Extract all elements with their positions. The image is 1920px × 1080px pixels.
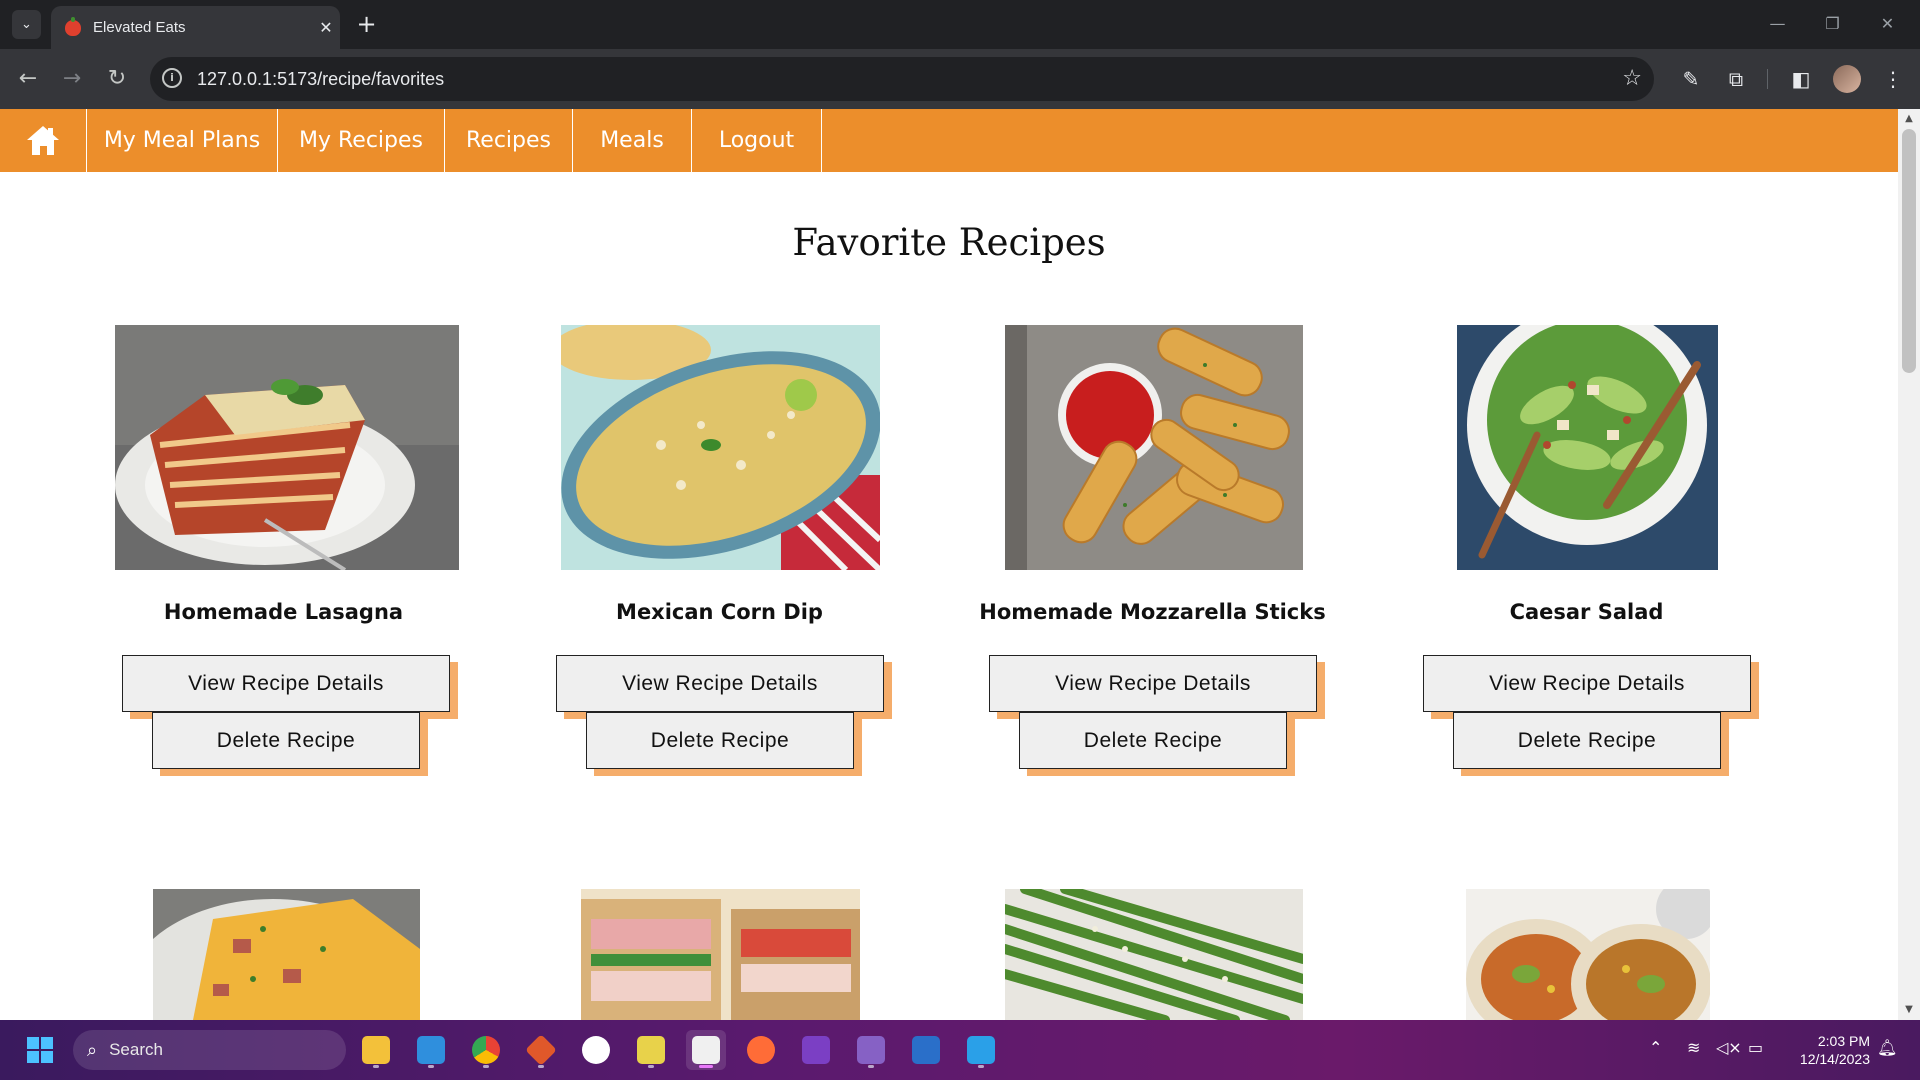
wifi-icon[interactable]: ≋	[1687, 1038, 1700, 1057]
notification-bell-icon[interactable]: 🔔︎	[1877, 1038, 1897, 1057]
snipping-tool-icon[interactable]	[686, 1030, 726, 1070]
search-label: Search	[109, 1040, 163, 1059]
site-info-icon[interactable]: i	[162, 68, 182, 88]
volume-muted-icon[interactable]: ◁×	[1716, 1038, 1742, 1057]
pepper-favicon-icon	[65, 16, 81, 36]
git-app-icon[interactable]	[521, 1030, 561, 1070]
url-text[interactable]: 127.0.0.1:5173/recipe/favorites	[197, 57, 444, 101]
battery-icon[interactable]: ▭	[1748, 1038, 1763, 1057]
azure-icon[interactable]	[961, 1030, 1001, 1070]
recipe-image-omelette	[153, 889, 420, 1020]
editor-app-icon[interactable]	[631, 1030, 671, 1070]
windows-taskbar: ⌕ Search ⌃ ≋ ◁× ▭ 2:03 PM 12/14/2023 🔔︎	[0, 1020, 1920, 1080]
new-tab-button[interactable]: +	[352, 10, 381, 39]
scroll-thumb[interactable]	[1902, 129, 1916, 373]
delete-recipe-button[interactable]: Delete Recipe	[586, 712, 854, 769]
view-recipe-details-button[interactable]: View Recipe Details	[989, 655, 1317, 712]
reload-icon[interactable]: ↻	[101, 63, 133, 95]
toolbar-divider	[1767, 69, 1768, 89]
file-explorer-icon[interactable]	[356, 1030, 396, 1070]
nav-meals[interactable]: Meals	[573, 109, 692, 172]
view-recipe-details-button[interactable]: View Recipe Details	[556, 655, 884, 712]
tab-title: Elevated Eats	[93, 19, 186, 36]
home-icon	[27, 125, 59, 156]
vscode-icon[interactable]	[411, 1030, 451, 1070]
view-recipe-details-button[interactable]: View Recipe Details	[122, 655, 450, 712]
postman-icon[interactable]	[741, 1030, 781, 1070]
recipe-image-burrito-wrap	[1466, 889, 1710, 1020]
back-icon[interactable]: ←	[12, 63, 44, 95]
recipe-image-mozzarella-sticks	[1005, 325, 1303, 570]
taskbar-search[interactable]: ⌕ Search	[73, 1030, 346, 1070]
windows-start-icon[interactable]	[20, 1030, 60, 1070]
search-icon: ⌕	[87, 1039, 98, 1061]
browser-toolbar: ← → ↻ i 127.0.0.1:5173/recipe/favorites …	[0, 49, 1920, 109]
scroll-up-icon[interactable]: ▲	[1898, 111, 1920, 127]
recipe-image-caesar-salad	[1457, 325, 1718, 570]
browser-menu-icon[interactable]: ⋮	[1877, 63, 1909, 95]
delete-recipe-button[interactable]: Delete Recipe	[1453, 712, 1721, 769]
scroll-down-icon[interactable]: ▼	[1898, 1002, 1920, 1018]
recipe-name: Homemade Lasagna	[163, 600, 404, 624]
outlook-icon[interactable]	[906, 1030, 946, 1070]
app-navbar: My Meal Plans My Recipes Recipes Meals L…	[0, 109, 1898, 172]
profile-avatar[interactable]	[1833, 65, 1861, 93]
clock-time: 2:03 PM	[1817, 1033, 1870, 1049]
recipe-name: Homemade Mozzarella Sticks	[979, 600, 1326, 624]
tab-close-icon[interactable]: ✕	[312, 18, 340, 37]
side-panel-icon[interactable]: ◧	[1785, 63, 1817, 95]
recipe-name: Caesar Salad	[1509, 600, 1664, 624]
browser-tab-strip: ⌄ Elevated Eats ✕ + — ❐ ✕	[0, 0, 1920, 49]
recipe-image-asparagus	[1005, 889, 1303, 1020]
delete-recipe-button[interactable]: Delete Recipe	[152, 712, 420, 769]
onenote-icon[interactable]	[796, 1030, 836, 1070]
restore-icon[interactable]: ❐	[1810, 8, 1855, 40]
forward-icon[interactable]: →	[56, 63, 88, 95]
recipe-name: Mexican Corn Dip	[616, 600, 823, 624]
edit-pen-icon[interactable]: ✎	[1675, 63, 1707, 95]
tab-search-button[interactable]: ⌄	[12, 10, 41, 39]
address-bar[interactable]: i 127.0.0.1:5173/recipe/favorites ☆	[150, 57, 1654, 101]
view-recipe-details-button[interactable]: View Recipe Details	[1423, 655, 1751, 712]
page-scrollbar[interactable]: ▲ ▼	[1898, 109, 1920, 1020]
delete-recipe-button[interactable]: Delete Recipe	[1019, 712, 1287, 769]
page-viewport: My Meal Plans My Recipes Recipes Meals L…	[0, 109, 1898, 1020]
bookmark-star-icon[interactable]: ☆	[1622, 57, 1642, 101]
clock-date: 12/14/2023	[1799, 1051, 1870, 1067]
recipe-image-lasagna	[115, 325, 459, 570]
recipe-image-club-sandwich	[581, 889, 860, 1020]
extensions-icon[interactable]: ⧉	[1720, 63, 1752, 95]
nav-my-recipes[interactable]: My Recipes	[278, 109, 445, 172]
chrome-icon[interactable]	[466, 1030, 506, 1070]
slack-icon[interactable]	[576, 1030, 616, 1070]
home-button[interactable]	[0, 109, 87, 172]
page-title: Favorite Recipes	[792, 221, 1106, 264]
browser-tab[interactable]: Elevated Eats ✕	[51, 6, 340, 49]
taskbar-clock[interactable]: 2:03 PM 12/14/2023	[1800, 1032, 1870, 1068]
chevron-up-icon[interactable]: ⌃	[1649, 1038, 1662, 1057]
minimize-icon[interactable]: —	[1755, 8, 1800, 40]
close-window-icon[interactable]: ✕	[1865, 8, 1910, 40]
visual-studio-icon[interactable]	[851, 1030, 891, 1070]
recipe-image-corn-dip	[561, 325, 880, 570]
nav-recipes[interactable]: Recipes	[445, 109, 573, 172]
nav-logout[interactable]: Logout	[692, 109, 822, 172]
nav-my-meal-plans[interactable]: My Meal Plans	[87, 109, 278, 172]
